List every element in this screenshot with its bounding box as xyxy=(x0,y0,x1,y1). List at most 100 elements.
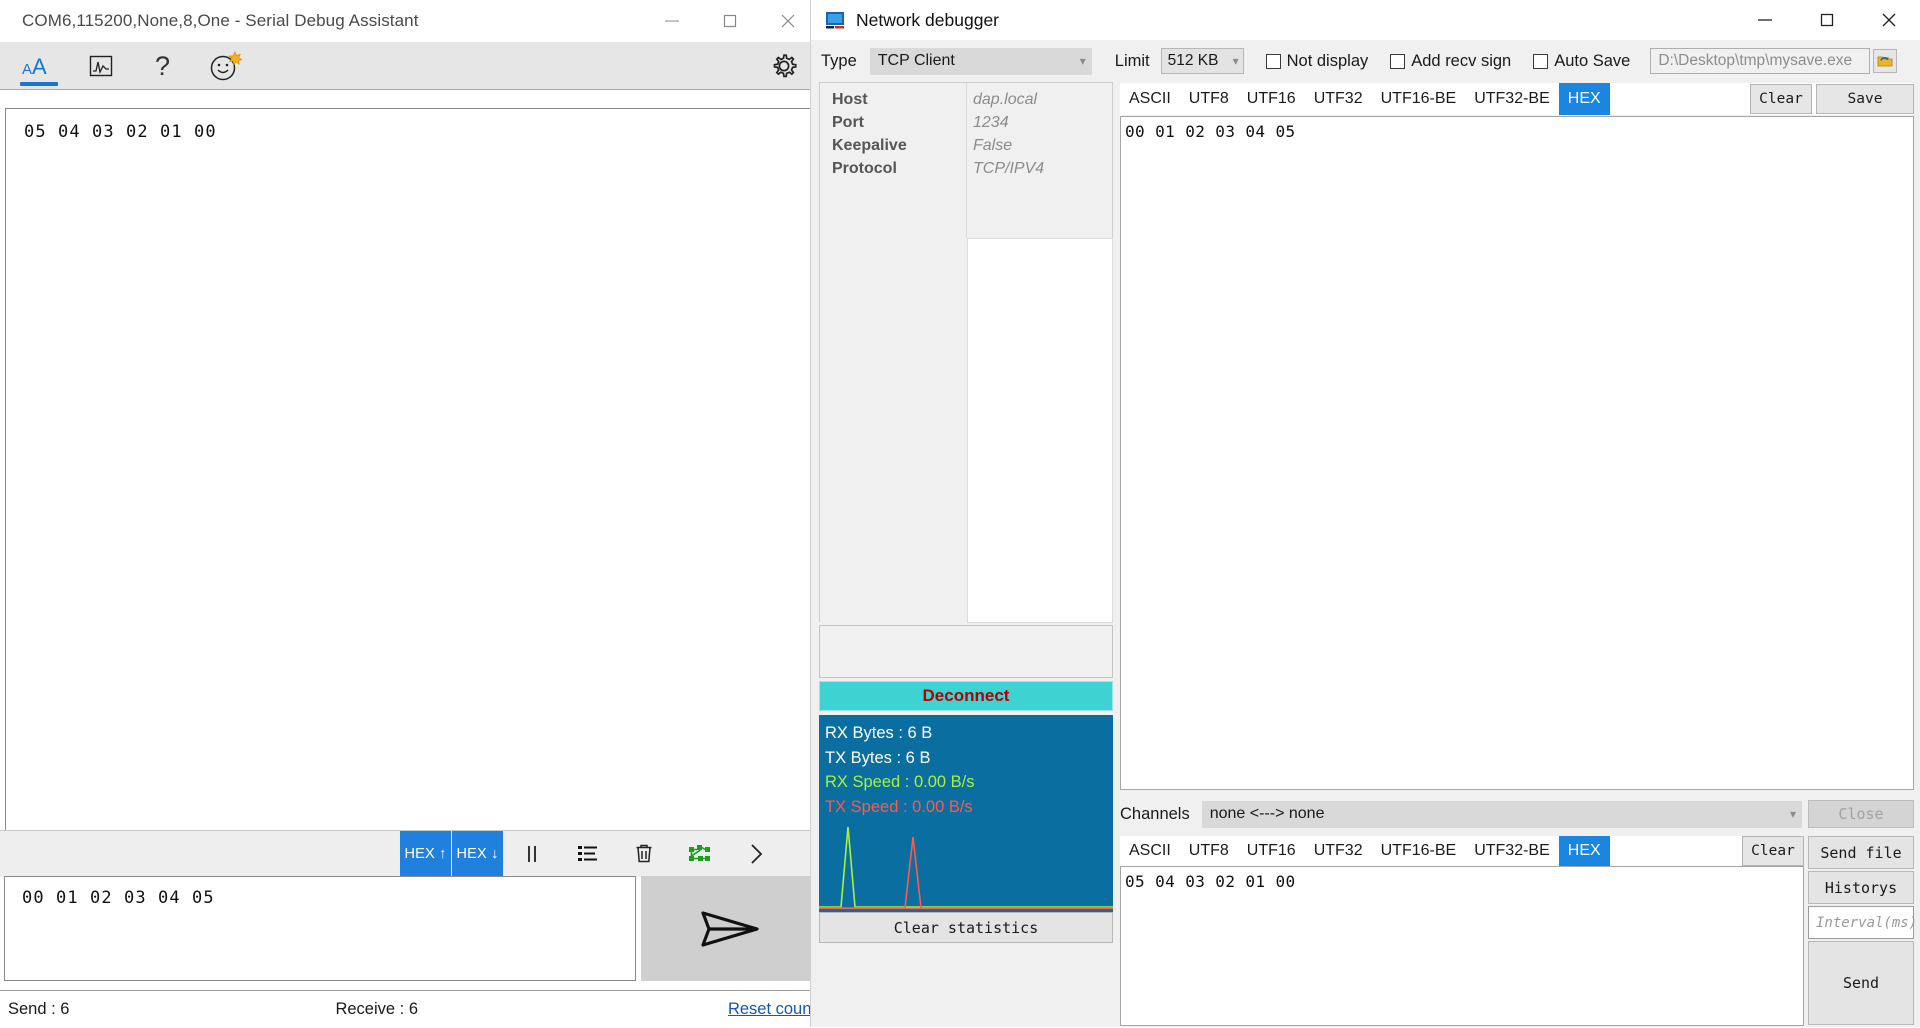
folder-open-icon[interactable] xyxy=(1873,49,1898,73)
channels-row: Channels none <---> none ▾ Close xyxy=(1120,798,1914,830)
save-path-input[interactable]: D:\Desktop\tmp\mysave.exe xyxy=(1650,48,1871,74)
serial-toolbar: A A ? xyxy=(0,42,817,90)
add-recv-sign-label: Add recv sign xyxy=(1411,51,1512,70)
network-top-controls: Type TCP Client ▾ Limit 512 KB ▾ Not dis… xyxy=(811,40,1920,82)
checkbox-box xyxy=(1533,53,1549,69)
recv-enc-utf16[interactable]: UTF16 xyxy=(1238,83,1305,115)
tx-bytes-stat: TX Bytes : 6 B xyxy=(825,748,931,767)
send-enc-utf32be[interactable]: UTF32-BE xyxy=(1465,836,1559,866)
maximize-icon[interactable] xyxy=(1796,0,1858,40)
send-count: Send : 6 xyxy=(8,1000,70,1018)
svg-text:A: A xyxy=(22,61,32,78)
info-value-keepalive: False xyxy=(973,137,1013,154)
hex-receive-toggle[interactable]: HEX ↓ xyxy=(452,831,504,877)
not-display-checkbox[interactable]: Not display xyxy=(1265,51,1369,71)
serial-titlebar: COM6,115200,None,8,One - Serial Debug As… xyxy=(0,0,817,42)
serial-send-input[interactable]: 00 01 02 03 04 05 xyxy=(4,876,636,981)
recv-enc-ascii[interactable]: ASCII xyxy=(1120,83,1180,115)
serial-window-title: COM6,115200,None,8,One - Serial Debug As… xyxy=(22,10,419,30)
send-enc-utf16be[interactable]: UTF16-BE xyxy=(1372,836,1466,866)
smiley-emoji-icon[interactable] xyxy=(194,42,256,90)
serial-receive-text: 05 04 03 02 01 00 xyxy=(24,122,217,142)
channel-close-button[interactable]: Close xyxy=(1808,800,1914,828)
send-file-button[interactable]: Send file xyxy=(1808,836,1914,869)
send-enc-utf32[interactable]: UTF32 xyxy=(1305,836,1372,866)
type-select[interactable]: TCP Client ▾ xyxy=(869,47,1092,75)
network-window-controls xyxy=(1734,0,1920,40)
receive-encoding-tabs: ASCII UTF8 UTF16 UTF32 UTF16-BE UTF32-BE… xyxy=(1120,83,1914,115)
clear-statistics-button[interactable]: Clear statistics xyxy=(819,912,1113,943)
settings-gear-icon[interactable] xyxy=(769,42,799,90)
add-recv-sign-checkbox[interactable]: Add recv sign xyxy=(1390,52,1511,71)
help-icon[interactable]: ? xyxy=(132,42,194,90)
serial-send-button[interactable] xyxy=(641,876,813,981)
not-display-label: Not display xyxy=(1286,51,1369,70)
info-value-port: 1234 xyxy=(973,114,1009,131)
serial-debug-assistant-window: COM6,115200,None,8,One - Serial Debug As… xyxy=(0,0,818,1028)
close-icon[interactable] xyxy=(759,0,817,41)
type-select-value: TCP Client xyxy=(877,52,955,69)
send-enc-filler xyxy=(1609,836,1738,866)
speed-graph xyxy=(819,815,1113,910)
font-size-icon[interactable]: A A xyxy=(8,42,70,90)
serial-bottom-toolbar: HEX ↑ HEX ↓ xyxy=(0,830,818,877)
minimize-icon[interactable] xyxy=(643,0,701,41)
send-enc-utf16[interactable]: UTF16 xyxy=(1238,836,1305,866)
recv-enc-utf32[interactable]: UTF32 xyxy=(1305,83,1372,115)
send-enc-ascii[interactable]: ASCII xyxy=(1120,836,1180,866)
list-icon[interactable] xyxy=(560,831,616,877)
recv-enc-utf16be[interactable]: UTF16-BE xyxy=(1372,83,1466,115)
rx-bytes-stat: RX Bytes : 6 B xyxy=(825,724,933,742)
waveform-chart-icon[interactable] xyxy=(70,42,132,90)
network-send-button[interactable]: Send xyxy=(1808,941,1914,1025)
network-send-input[interactable]: 05 04 03 02 01 00 xyxy=(1120,866,1804,1026)
serial-window-controls xyxy=(643,0,817,41)
network-window-title: Network debugger xyxy=(856,9,999,30)
network-receive-area[interactable]: 00 01 02 03 04 05 xyxy=(1120,116,1914,790)
close-icon[interactable] xyxy=(1858,0,1920,40)
deconnect-button[interactable]: Deconnect xyxy=(819,681,1113,711)
channels-label: Channels xyxy=(1120,804,1190,823)
receive-clear-button[interactable]: Clear xyxy=(1750,84,1812,114)
channels-select[interactable]: none <---> none ▾ xyxy=(1201,800,1802,828)
interval-input[interactable]: Interval(ms) xyxy=(1808,906,1917,939)
info-value-protocol: TCP/IPV4 xyxy=(973,160,1045,177)
send-enc-hex[interactable]: HEX xyxy=(1558,836,1610,866)
info-key-host: Host xyxy=(832,91,868,108)
limit-select[interactable]: 512 KB ▾ xyxy=(1160,48,1244,74)
network-debugger-app-icon xyxy=(826,12,844,29)
auto-save-checkbox[interactable]: Auto Save xyxy=(1533,52,1630,71)
network-body: Type TCP Client ▾ Limit 512 KB ▾ Not dis… xyxy=(811,40,1920,1027)
flowchart-icon[interactable] xyxy=(672,831,728,877)
recv-enc-hex[interactable]: HEX xyxy=(1558,83,1610,115)
type-label: Type xyxy=(821,51,857,70)
serial-send-text: 00 01 02 03 04 05 xyxy=(22,888,215,908)
send-enc-utf8[interactable]: UTF8 xyxy=(1180,836,1238,866)
info-key-keepalive: Keepalive xyxy=(832,137,907,154)
maximize-icon[interactable] xyxy=(701,0,759,41)
connection-info-keys-fill xyxy=(820,238,967,623)
serial-statusbar: Send : 6 Receive : 6 Reset count xyxy=(0,990,818,1028)
recv-enc-utf32be[interactable]: UTF32-BE xyxy=(1465,83,1559,115)
send-encoding-bar: ASCII UTF8 UTF16 UTF32 UTF16-BE UTF32-BE… xyxy=(1120,836,1804,866)
limit-label: Limit xyxy=(1114,51,1150,70)
chevron-right-icon[interactable] xyxy=(728,831,784,877)
speed-graph-plot xyxy=(819,815,1113,910)
send-clear-button[interactable]: Clear xyxy=(1742,836,1804,866)
chevron-down-icon: ▾ xyxy=(1232,54,1239,68)
serial-receive-area[interactable]: 05 04 03 02 01 00 xyxy=(5,108,811,838)
hex-send-toggle[interactable]: HEX ↑ xyxy=(400,831,452,877)
channels-select-value: none <---> none xyxy=(1209,805,1325,822)
pause-icon[interactable] xyxy=(504,831,560,877)
reset-count-link[interactable]: Reset count xyxy=(728,1000,816,1019)
info-key-port: Port xyxy=(832,114,864,131)
historys-button[interactable]: Historys xyxy=(1808,871,1914,904)
receive-save-button[interactable]: Save xyxy=(1816,84,1914,114)
connection-info-values-fill xyxy=(967,238,1113,623)
trash-icon[interactable] xyxy=(616,831,672,877)
network-debugger-window: Network debugger Type TCP Client ▾ Limit… xyxy=(810,0,1920,1027)
network-titlebar: Network debugger xyxy=(811,0,1920,41)
minimize-icon[interactable] xyxy=(1734,0,1796,40)
recv-enc-utf8[interactable]: UTF8 xyxy=(1180,83,1238,115)
